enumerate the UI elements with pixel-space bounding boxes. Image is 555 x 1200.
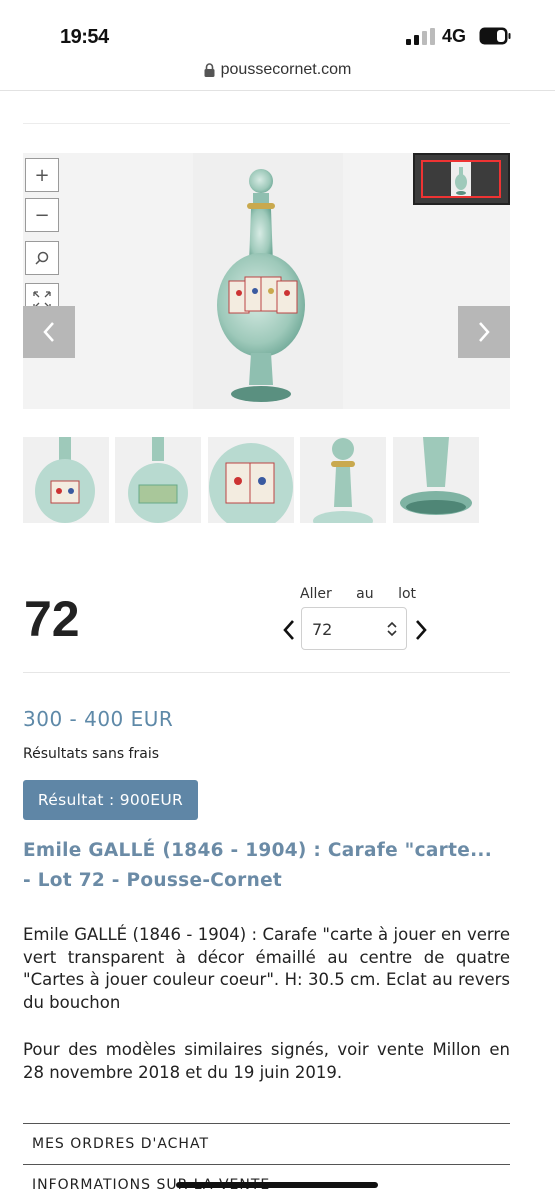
zoom-in-button[interactable]: + <box>25 158 59 192</box>
navigator-minimap[interactable] <box>413 153 510 205</box>
thumbnail-strip <box>23 437 483 523</box>
thumbnail-image <box>313 438 373 523</box>
magnifier-icon <box>35 251 49 265</box>
status-time: 19:54 <box>60 26 109 48</box>
lot-description-note: Pour des modèles similaires signés, voir… <box>23 1040 510 1082</box>
signal-icon <box>406 28 435 45</box>
goto-lot-value: 72 <box>312 620 333 639</box>
previous-image-button[interactable] <box>23 306 75 358</box>
chevron-right-icon <box>479 322 490 342</box>
divider <box>23 1164 510 1165</box>
zoom-reset-button[interactable] <box>25 241 59 275</box>
thumbnail-image <box>400 437 472 515</box>
address-bar[interactable]: poussecornet.com <box>0 58 555 91</box>
fees-note: Résultats sans frais <box>23 746 160 762</box>
lot-title: Emile GALLÉ (1846 - 1904) : Carafe "cart… <box>23 836 523 896</box>
product-image <box>193 153 343 409</box>
result-badge: Résultat : 900EUR <box>23 780 198 820</box>
lot-title-line-1: Emile GALLÉ (1846 - 1904) : Carafe "cart… <box>23 840 493 861</box>
divider <box>23 123 510 124</box>
lock-icon <box>204 63 215 77</box>
chevron-left-icon <box>43 322 54 342</box>
minimap-image <box>451 162 471 196</box>
accordion-my-bids[interactable]: MES ORDRES D'ACHAT <box>32 1136 209 1152</box>
thumbnail-1[interactable] <box>23 437 109 523</box>
minimap-viewport[interactable] <box>421 160 501 198</box>
divider <box>23 672 510 673</box>
status-bar: 19:54 4G <box>0 0 555 56</box>
divider <box>23 1123 510 1124</box>
thumbnail-image <box>35 437 95 523</box>
next-image-button[interactable] <box>458 306 510 358</box>
thumbnail-image <box>209 443 293 523</box>
select-updown-icon <box>387 621 397 637</box>
zoom-in-label: + <box>34 164 50 186</box>
home-indicator[interactable] <box>176 1182 378 1188</box>
image-viewer[interactable]: + − <box>23 153 510 409</box>
chevron-right-icon[interactable] <box>412 618 430 642</box>
goto-lot-select[interactable]: 72 <box>301 607 407 650</box>
carafe-image <box>217 169 305 402</box>
lot-description: Emile GALLÉ (1846 - 1904) : Carafe "cart… <box>23 925 510 1012</box>
lot-number: 72 <box>24 591 80 647</box>
chevron-left-icon[interactable] <box>280 618 298 642</box>
estimate-range: 300 - 400 EUR <box>23 707 174 731</box>
url-domain: poussecornet.com <box>220 61 352 78</box>
thumbnail-3[interactable] <box>208 437 294 523</box>
zoom-out-button[interactable]: − <box>25 198 59 232</box>
thumbnail-4[interactable] <box>300 437 386 523</box>
thumbnail-image <box>128 437 188 523</box>
network-label: 4G <box>442 26 467 46</box>
zoom-out-label: − <box>34 204 50 226</box>
thumbnail-2[interactable] <box>115 437 201 523</box>
lot-title-line-2: - Lot 72 - Pousse-Cornet <box>23 870 283 891</box>
goto-lot-label: Aller au lot <box>300 586 417 602</box>
battery-icon <box>479 27 511 45</box>
thumbnail-5[interactable] <box>393 437 479 523</box>
